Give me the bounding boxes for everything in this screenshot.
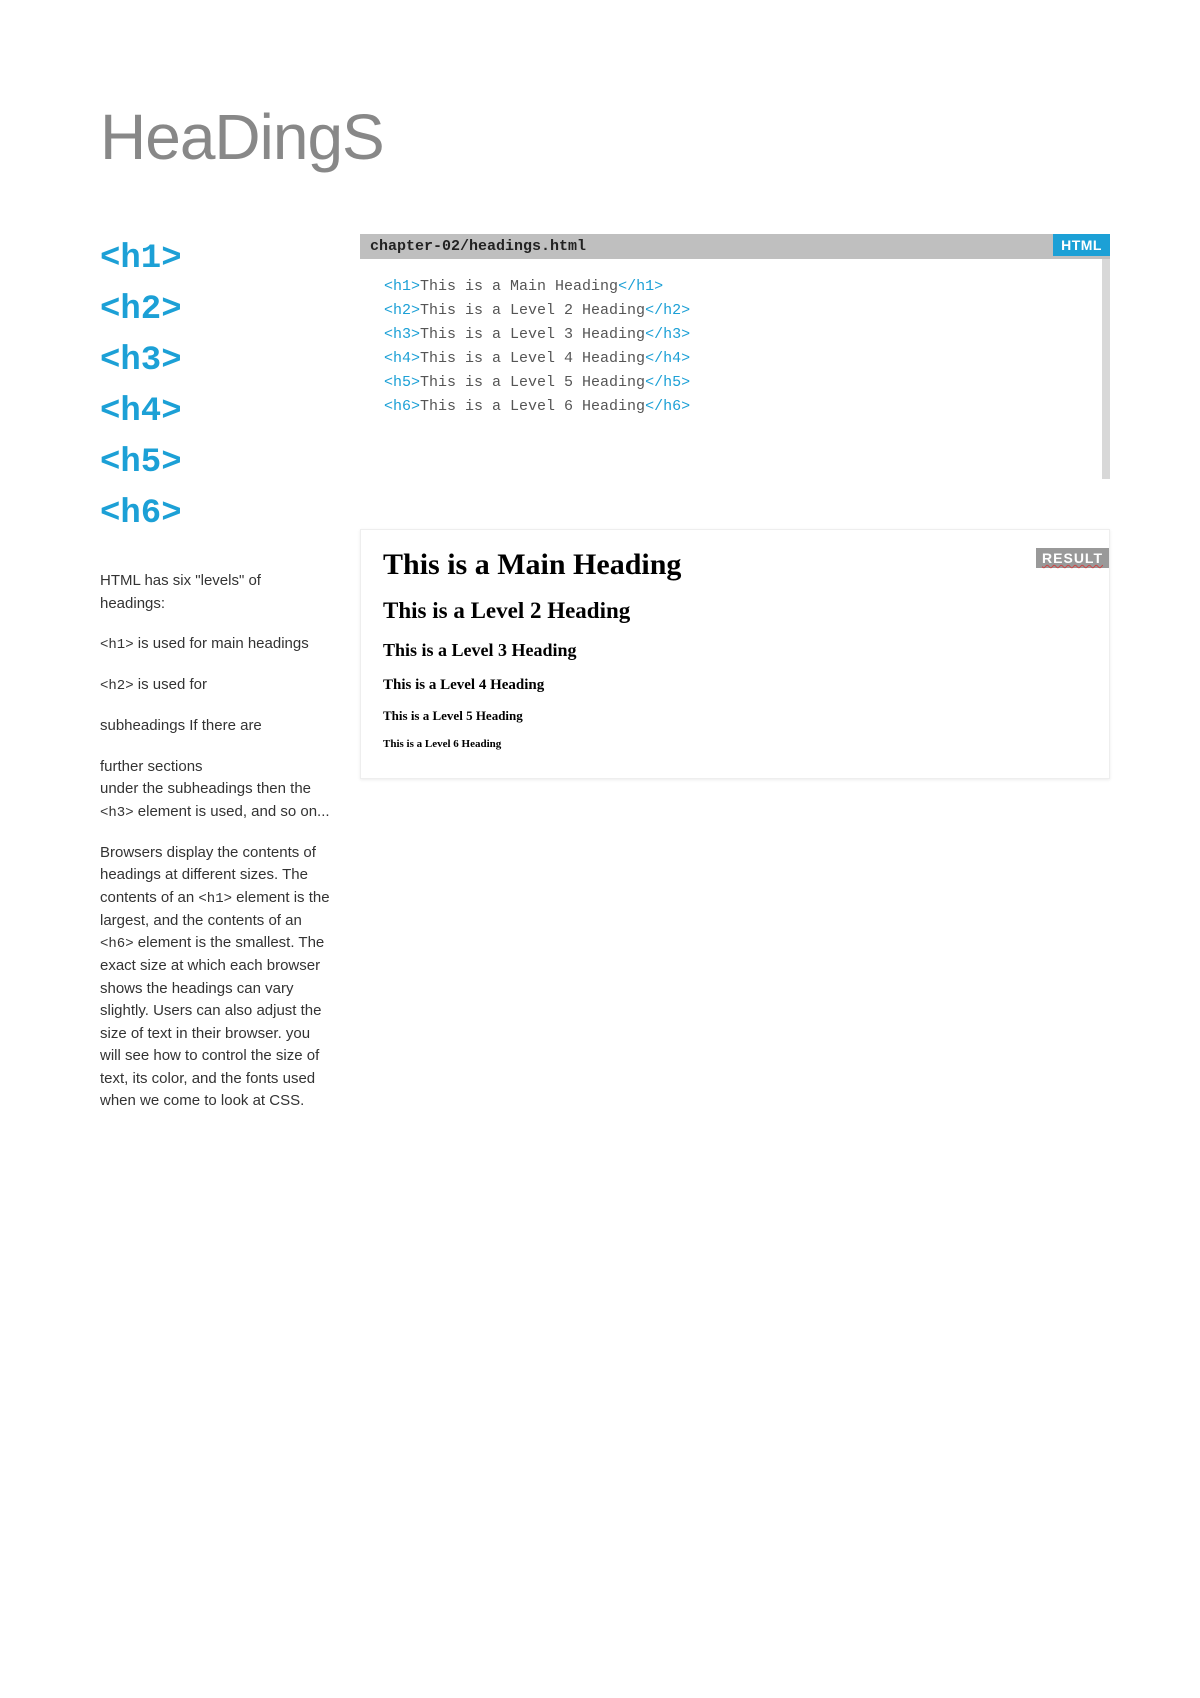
result-heading-2: This is a Level 2 Heading — [383, 598, 1087, 624]
desc-p5-after: element is the smallest. The exact size … — [100, 934, 324, 1109]
result-heading-6: This is a Level 6 Heading — [383, 738, 1087, 750]
code-body: <h1>This is a Main Heading</h1> <h2>This… — [360, 259, 1110, 479]
code-line: <h2>This is a Level 2 Heading</h2> — [384, 299, 1078, 323]
close-tag: </h5> — [645, 374, 690, 391]
desc-p3: subheadings If there are — [100, 715, 330, 738]
inline-code-h1-b: <h1> — [198, 891, 232, 907]
code-text: This is a Level 2 Heading — [420, 302, 645, 319]
code-text: This is a Level 4 Heading — [420, 350, 645, 367]
code-text: This is a Main Heading — [420, 278, 618, 295]
code-line: <h5>This is a Level 5 Heading</h5> — [384, 371, 1078, 395]
open-tag: <h6> — [384, 398, 420, 415]
open-tag: <h3> — [384, 326, 420, 343]
close-tag: </h3> — [645, 326, 690, 343]
result-heading-1: This is a Main Heading — [383, 548, 1087, 582]
desc-p1-text: is used for main headings — [134, 635, 309, 652]
open-tag: <h1> — [384, 278, 420, 295]
content-wrapper: <h1> <h2> <h3> <h4> <h5> <h6> HTML has s… — [100, 234, 1110, 1131]
heading-tag-list: <h1> <h2> <h3> <h4> <h5> <h6> — [100, 234, 330, 540]
open-tag: <h5> — [384, 374, 420, 391]
right-column: chapter-02/headings.html HTML <h1>This i… — [360, 234, 1110, 1131]
inline-code-h1: <h1> — [100, 637, 134, 653]
result-heading-5: This is a Level 5 Heading — [383, 708, 1087, 724]
code-filename: chapter-02/headings.html — [360, 234, 1110, 259]
code-text: This is a Level 6 Heading — [420, 398, 645, 415]
code-language-label: HTML — [1053, 234, 1110, 256]
inline-code-h6-b: <h6> — [100, 936, 134, 952]
code-line: <h6>This is a Level 6 Heading</h6> — [384, 395, 1078, 419]
close-tag: </h6> — [645, 398, 690, 415]
tag-h4: <h4> — [100, 387, 330, 438]
desc-p2-text: is used for — [134, 676, 207, 693]
tag-h6: <h6> — [100, 489, 330, 540]
close-tag: </h1> — [618, 278, 663, 295]
tag-h5: <h5> — [100, 438, 330, 489]
desc-p2: <h2> is used for — [100, 674, 330, 697]
code-line: <h3>This is a Level 3 Heading</h3> — [384, 323, 1078, 347]
description-text: HTML has six "levels" of headings: <h1> … — [100, 570, 330, 1113]
desc-p4: further sections under the subheadings t… — [100, 756, 330, 824]
desc-p4-l3: element is used, and so on... — [134, 803, 330, 820]
tag-h1: <h1> — [100, 234, 330, 285]
left-column: <h1> <h2> <h3> <h4> <h5> <h6> HTML has s… — [100, 234, 330, 1131]
desc-intro: HTML has six "levels" of headings: — [100, 570, 330, 615]
inline-code-h2: <h2> — [100, 678, 134, 694]
code-text: This is a Level 3 Heading — [420, 326, 645, 343]
result-heading-4: This is a Level 4 Heading — [383, 677, 1087, 694]
open-tag: <h4> — [384, 350, 420, 367]
result-box: RESULT This is a Main Heading This is a … — [360, 529, 1110, 779]
result-label: RESULT — [1036, 548, 1109, 568]
desc-p1: <h1> is used for main headings — [100, 633, 330, 656]
tag-h2: <h2> — [100, 285, 330, 336]
desc-p5: Browsers display the contents of heading… — [100, 842, 330, 1113]
open-tag: <h2> — [384, 302, 420, 319]
close-tag: </h2> — [645, 302, 690, 319]
close-tag: </h4> — [645, 350, 690, 367]
desc-p4-l2: under the subheadings then the — [100, 780, 311, 797]
inline-code-h3: <h3> — [100, 805, 134, 821]
page-title: HeaDingS — [100, 100, 1110, 174]
result-heading-3: This is a Level 3 Heading — [383, 640, 1087, 661]
code-line: <h4>This is a Level 4 Heading</h4> — [384, 347, 1078, 371]
code-example-box: chapter-02/headings.html HTML <h1>This i… — [360, 234, 1110, 479]
tag-h3: <h3> — [100, 336, 330, 387]
desc-p4-l1: further sections — [100, 758, 203, 775]
code-text: This is a Level 5 Heading — [420, 374, 645, 391]
code-line: <h1>This is a Main Heading</h1> — [384, 275, 1078, 299]
